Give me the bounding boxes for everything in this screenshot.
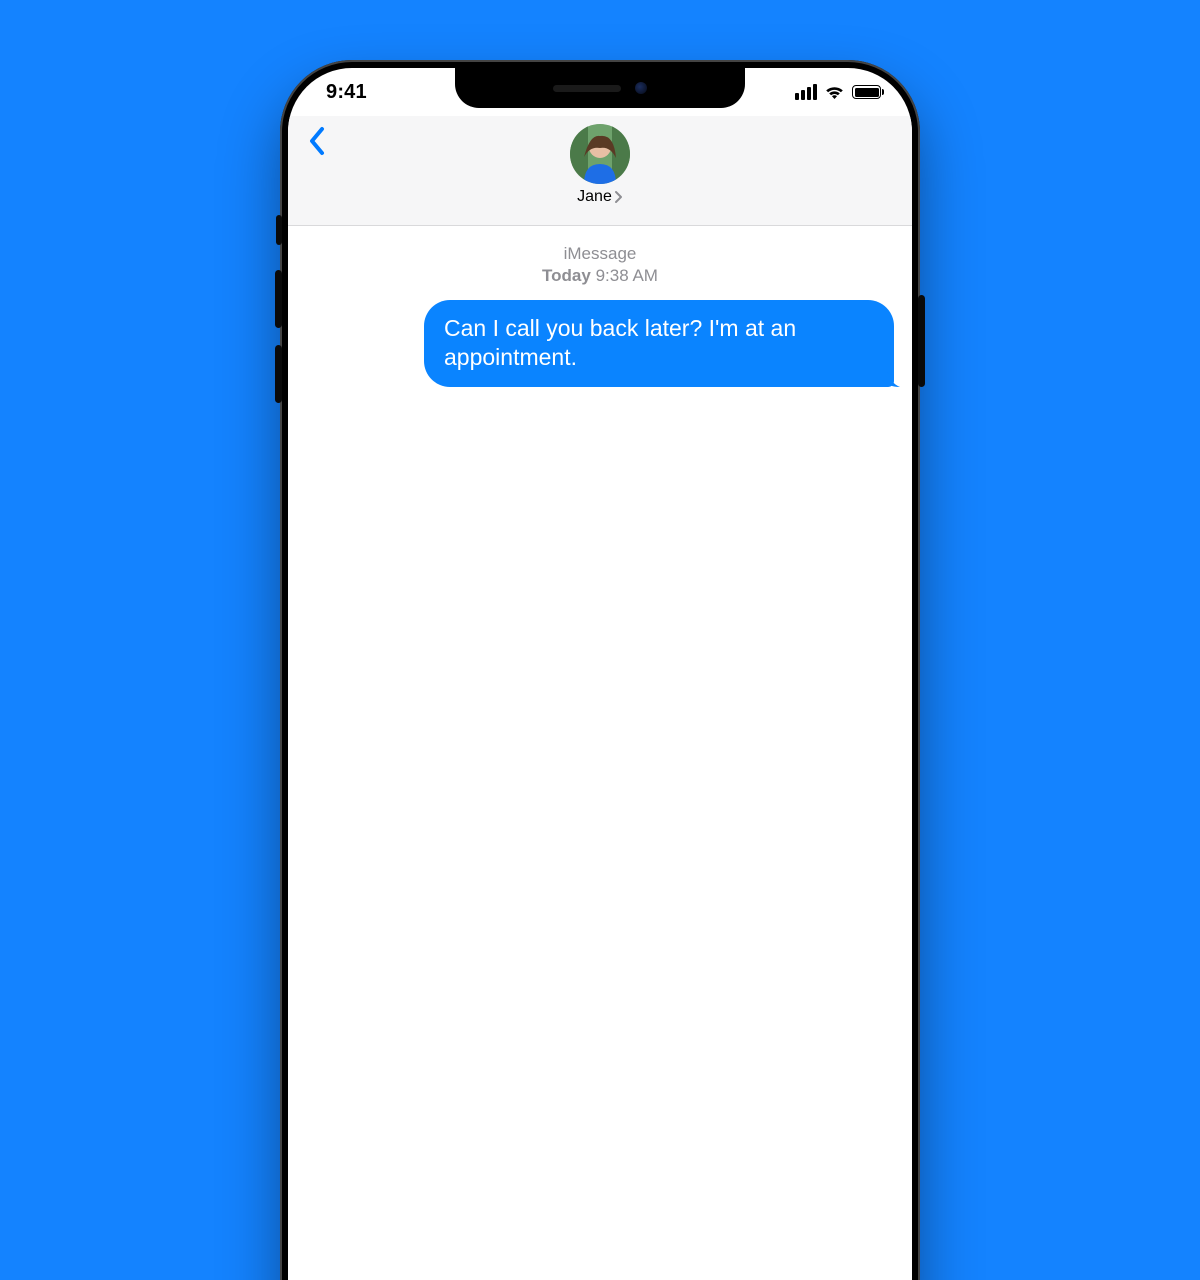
sent-message-bubble[interactable]: Can I call you back later? I'm at an app… xyxy=(424,300,894,387)
speaker-grille xyxy=(553,85,621,92)
contact-header[interactable]: Jane xyxy=(570,124,630,206)
mute-switch xyxy=(276,215,282,245)
message-text: Can I call you back later? I'm at an app… xyxy=(444,315,796,370)
battery-icon xyxy=(852,85,884,99)
wifi-icon xyxy=(824,85,845,100)
contact-name-row: Jane xyxy=(577,188,623,206)
bubble-tail-icon xyxy=(880,367,900,387)
back-button[interactable] xyxy=(302,122,332,160)
status-icons xyxy=(795,84,884,100)
chevron-right-icon xyxy=(614,190,623,204)
message-thread[interactable]: iMessage Today 9:38 AM Can I call you ba… xyxy=(288,226,912,387)
avatar xyxy=(570,124,630,184)
message-row: Can I call you back later? I'm at an app… xyxy=(306,300,894,387)
timestamp-day: Today xyxy=(542,266,591,285)
status-time: 9:41 xyxy=(326,81,367,104)
volume-down-button xyxy=(275,345,282,403)
cellular-signal-icon xyxy=(795,84,817,100)
volume-up-button xyxy=(275,270,282,328)
front-camera xyxy=(635,82,647,94)
phone-screen: 9:41 xyxy=(288,68,912,1280)
phone-frame: 9:41 xyxy=(280,60,920,1280)
service-label: iMessage xyxy=(306,244,894,264)
side-button xyxy=(918,295,925,387)
timestamp-time: 9:38 AM xyxy=(596,266,658,285)
thread-timestamp: iMessage Today 9:38 AM xyxy=(306,244,894,286)
phone-notch xyxy=(455,68,745,108)
conversation-header: Jane xyxy=(288,116,912,226)
contact-name: Jane xyxy=(577,188,612,206)
